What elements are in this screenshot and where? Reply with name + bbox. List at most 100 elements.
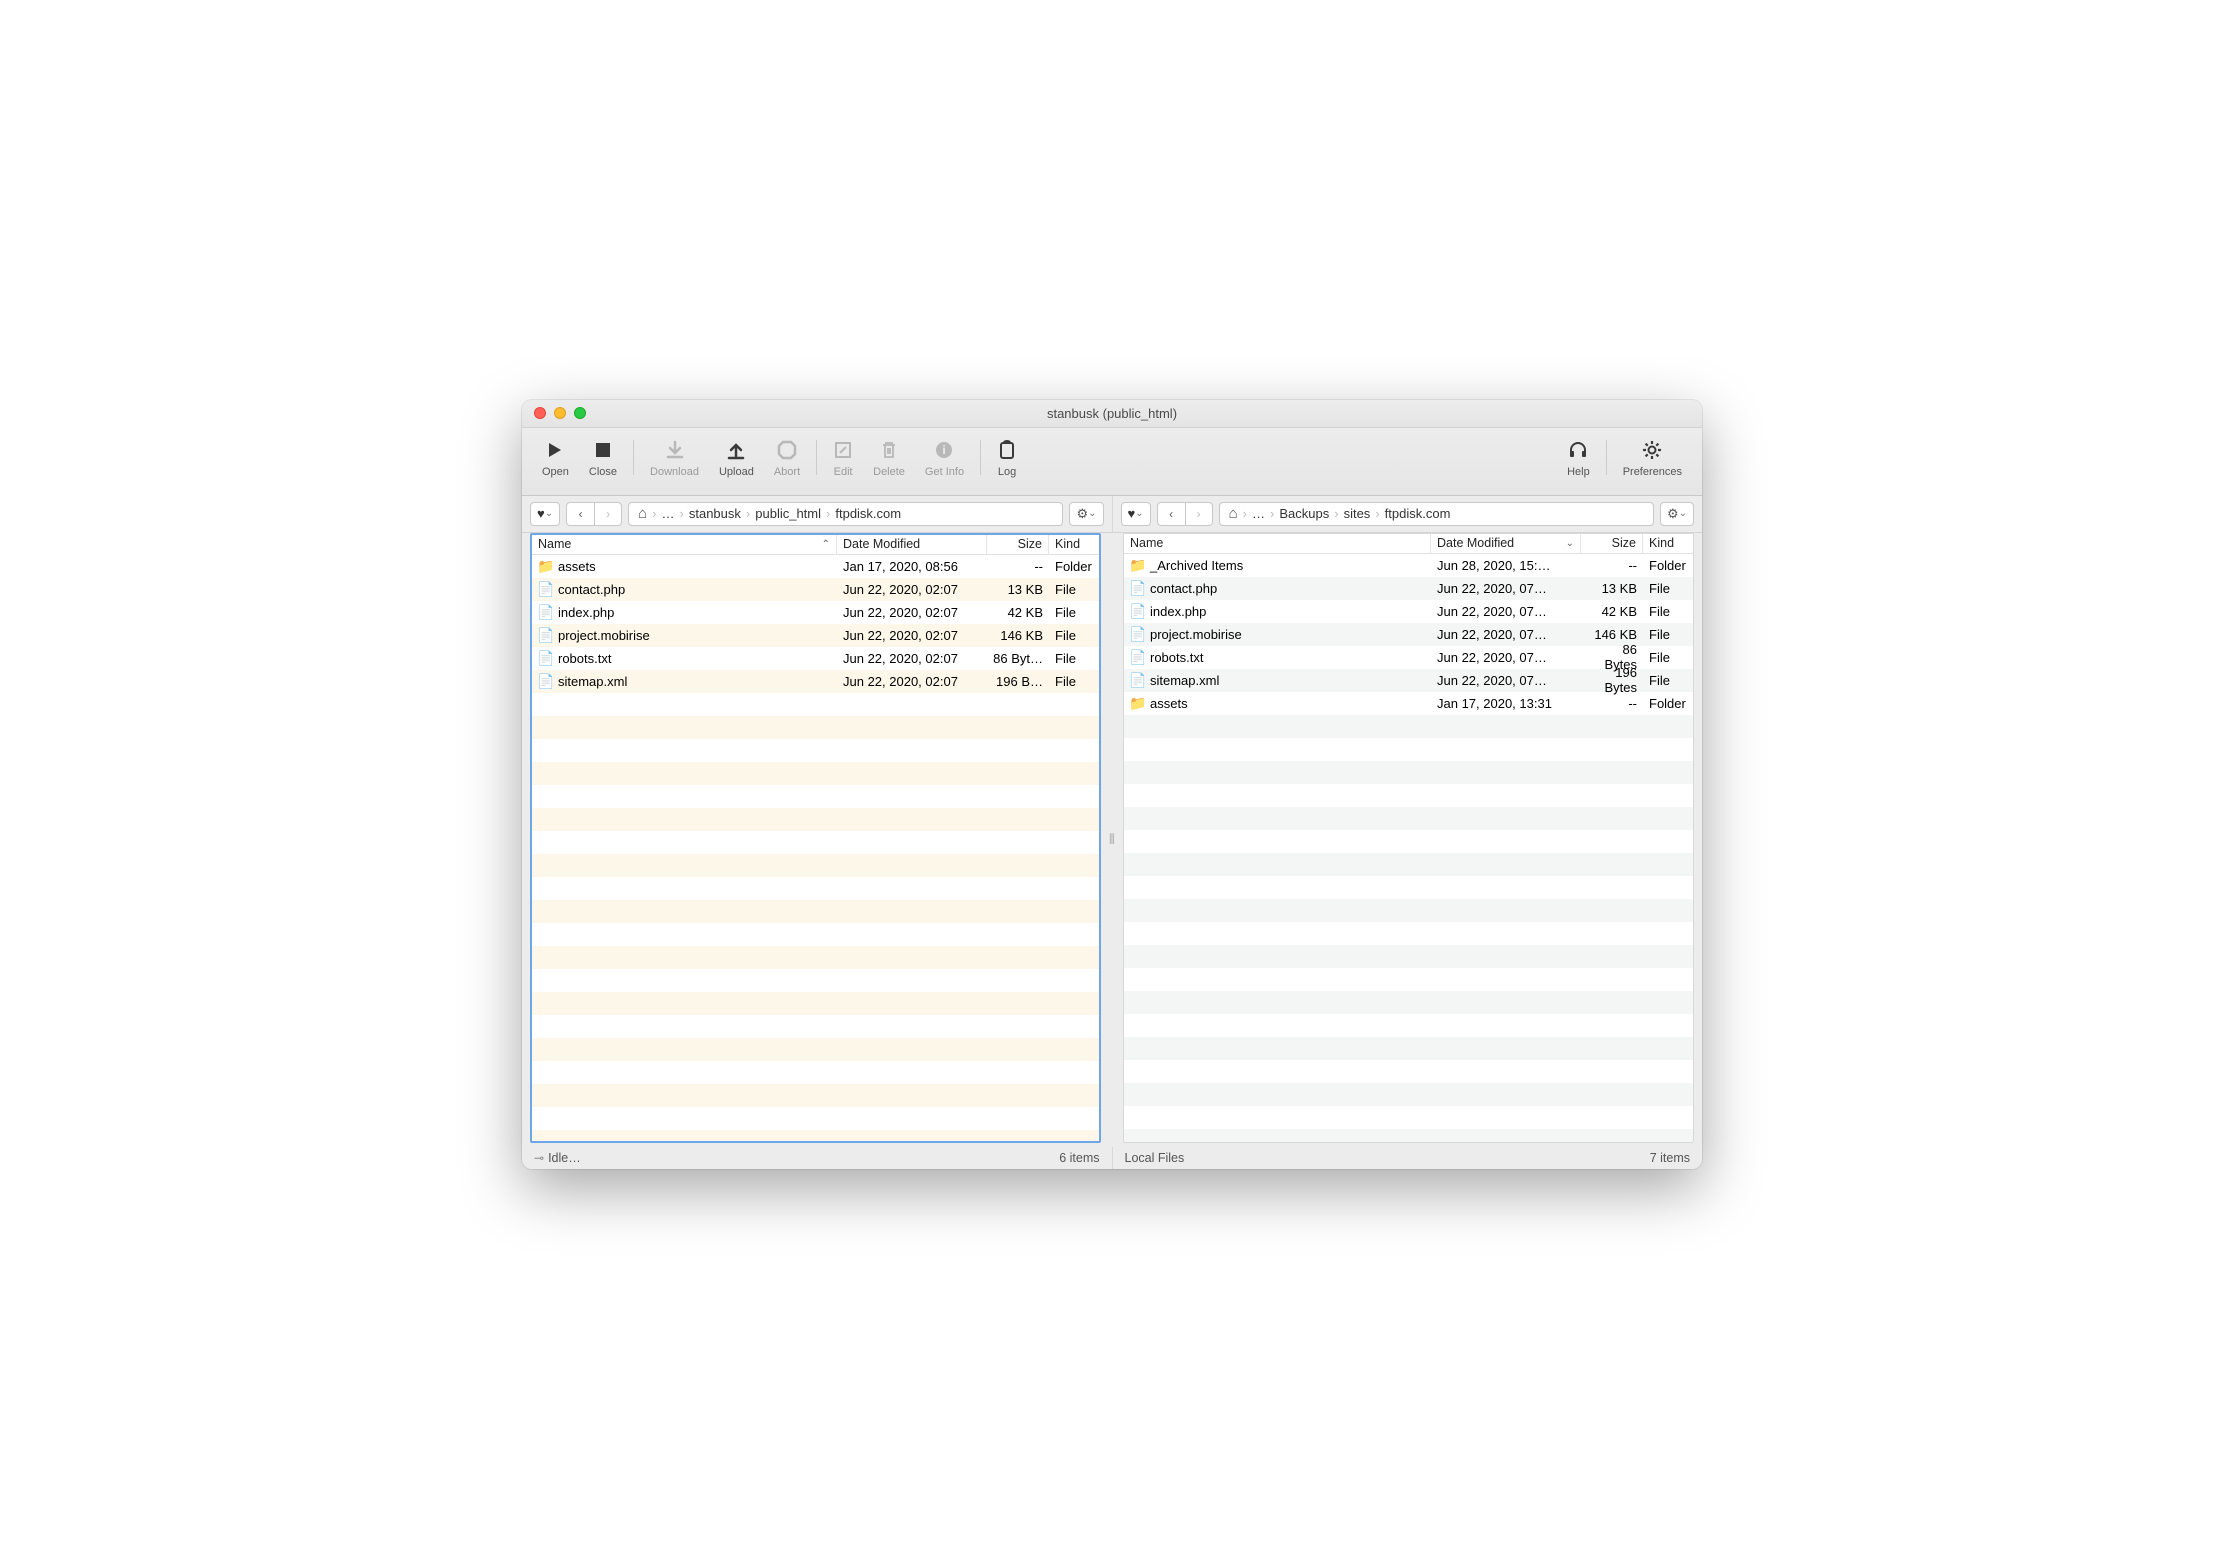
table-row[interactable]: 📄robots.txtJun 22, 2020, 02:0786 Byt…Fil… xyxy=(532,647,1099,670)
table-row[interactable]: 📄sitemap.xmlJun 22, 2020, 02:07196 B…Fil… xyxy=(532,670,1099,693)
home-icon[interactable] xyxy=(635,505,650,522)
download-button[interactable]: Download xyxy=(640,434,709,495)
abort-button[interactable]: Abort xyxy=(764,434,810,495)
log-icon xyxy=(997,434,1017,466)
right-pane: Name Date Modified⌄ Size Kind 📁_Archived… xyxy=(1115,533,1702,1147)
col-date-right[interactable]: Date Modified⌄ xyxy=(1431,534,1581,553)
table-row[interactable]: 📁_Archived ItemsJun 28, 2020, 15:…--Fold… xyxy=(1124,554,1693,577)
actions-button-left[interactable] xyxy=(1069,502,1103,526)
forward-button-right[interactable]: › xyxy=(1185,502,1213,526)
empty-row xyxy=(532,1061,1099,1084)
file-date: Jun 22, 2020, 02:07 xyxy=(837,582,987,597)
empty-row xyxy=(1124,922,1693,945)
table-row[interactable]: 📄sitemap.xmlJun 22, 2020, 07…196 BytesFi… xyxy=(1124,669,1693,692)
help-button[interactable]: Help xyxy=(1557,434,1600,495)
empty-row xyxy=(1124,1129,1693,1142)
col-kind-right[interactable]: Kind xyxy=(1643,534,1693,553)
file-size: 146 KB xyxy=(987,628,1049,643)
file-name: robots.txt xyxy=(1150,650,1203,665)
empty-row xyxy=(532,877,1099,900)
file-date: Jun 22, 2020, 02:07 xyxy=(837,605,987,620)
table-row[interactable]: 📄contact.phpJun 22, 2020, 02:0713 KBFile xyxy=(532,578,1099,601)
favorites-button-left[interactable] xyxy=(530,502,560,526)
empty-row xyxy=(532,693,1099,716)
window-title: stanbusk (public_html) xyxy=(522,406,1702,421)
breadcrumbs-right[interactable]: › …› Backups› sites› ftpdisk.com xyxy=(1219,502,1654,526)
empty-row xyxy=(532,1015,1099,1038)
table-row[interactable]: 📄index.phpJun 22, 2020, 02:0742 KBFile xyxy=(532,601,1099,624)
table-row[interactable]: 📁assetsJan 17, 2020, 13:31--Folder xyxy=(1124,692,1693,715)
col-date-left[interactable]: Date Modified xyxy=(837,535,987,554)
empty-row xyxy=(1124,1083,1693,1106)
col-size-left[interactable]: Size xyxy=(987,535,1049,554)
file-name: assets xyxy=(1150,696,1188,711)
abort-icon xyxy=(777,434,797,466)
empty-row xyxy=(532,1038,1099,1061)
empty-row xyxy=(532,762,1099,785)
forward-button-left[interactable]: › xyxy=(594,502,622,526)
col-kind-left[interactable]: Kind xyxy=(1049,535,1099,554)
preferences-button[interactable]: Preferences xyxy=(1613,434,1692,495)
svg-text:i: i xyxy=(943,443,946,457)
folder-icon: 📁 xyxy=(538,558,554,574)
actions-button-right[interactable] xyxy=(1660,502,1694,526)
file-size: -- xyxy=(1581,696,1643,711)
breadcrumbs-left[interactable]: › …› stanbusk› public_html› ftpdisk.com xyxy=(628,502,1063,526)
titlebar: stanbusk (public_html) xyxy=(522,400,1702,428)
col-name-left[interactable]: Name⌃ xyxy=(532,535,837,554)
panes: Name⌃ Date Modified Size Kind 📁assetsJan… xyxy=(522,533,1702,1147)
empty-row xyxy=(1124,991,1693,1014)
table-row[interactable]: 📄contact.phpJun 22, 2020, 07…13 KBFile xyxy=(1124,577,1693,600)
empty-row xyxy=(1124,807,1693,830)
file-date: Jun 22, 2020, 07… xyxy=(1431,604,1581,619)
empty-row xyxy=(532,946,1099,969)
file-date: Jun 22, 2020, 07… xyxy=(1431,650,1581,665)
left-status-text: Idle… xyxy=(548,1151,581,1165)
empty-row xyxy=(532,900,1099,923)
sort-desc-icon: ⌄ xyxy=(1566,538,1574,549)
file-date: Jun 22, 2020, 02:07 xyxy=(837,628,987,643)
open-button[interactable]: Open xyxy=(532,434,579,495)
empty-row xyxy=(1124,968,1693,991)
col-size-right[interactable]: Size xyxy=(1581,534,1643,553)
left-column-headers: Name⌃ Date Modified Size Kind xyxy=(532,535,1099,555)
stop-icon xyxy=(594,434,612,466)
edit-button[interactable]: Edit xyxy=(823,434,863,495)
table-row[interactable]: 📁assetsJan 17, 2020, 08:56--Folder xyxy=(532,555,1099,578)
left-file-list[interactable]: Name⌃ Date Modified Size Kind 📁assetsJan… xyxy=(530,533,1101,1143)
back-button-left[interactable]: ‹ xyxy=(566,502,594,526)
connection-icon: ⊸ xyxy=(534,1151,544,1165)
file-kind: Folder xyxy=(1643,558,1693,573)
file-name: sitemap.xml xyxy=(558,674,627,689)
getinfo-button[interactable]: i Get Info xyxy=(915,434,974,495)
empty-row xyxy=(532,923,1099,946)
col-name-right[interactable]: Name xyxy=(1124,534,1431,553)
empty-row xyxy=(1124,1106,1693,1129)
file-name: contact.php xyxy=(1150,581,1217,596)
empty-row xyxy=(1124,1014,1693,1037)
log-button[interactable]: Log xyxy=(987,434,1027,495)
file-icon: 📄 xyxy=(538,604,554,620)
empty-row xyxy=(1124,1037,1693,1060)
sort-asc-icon: ⌃ xyxy=(822,539,830,550)
empty-row xyxy=(532,992,1099,1015)
left-pane: Name⌃ Date Modified Size Kind 📁assetsJan… xyxy=(522,533,1109,1147)
back-button-right[interactable]: ‹ xyxy=(1157,502,1185,526)
file-kind: File xyxy=(1049,605,1099,620)
empty-row xyxy=(532,785,1099,808)
file-kind: File xyxy=(1643,673,1693,688)
home-icon[interactable] xyxy=(1226,505,1241,522)
file-icon: 📄 xyxy=(538,673,554,689)
table-row[interactable]: 📄project.mobiriseJun 22, 2020, 02:07146 … xyxy=(532,624,1099,647)
file-kind: File xyxy=(1643,627,1693,642)
table-row[interactable]: 📄index.phpJun 22, 2020, 07…42 KBFile xyxy=(1124,600,1693,623)
file-size: 42 KB xyxy=(987,605,1049,620)
empty-row xyxy=(532,739,1099,762)
upload-button[interactable]: Upload xyxy=(709,434,764,495)
pathbars: ‹ › › …› stanbusk› public_html› ftpdisk.… xyxy=(522,496,1702,533)
empty-row xyxy=(1124,899,1693,922)
right-file-list[interactable]: Name Date Modified⌄ Size Kind 📁_Archived… xyxy=(1123,533,1694,1143)
favorites-button-right[interactable] xyxy=(1121,502,1151,526)
delete-button[interactable]: Delete xyxy=(863,434,915,495)
close-button[interactable]: Close xyxy=(579,434,627,495)
